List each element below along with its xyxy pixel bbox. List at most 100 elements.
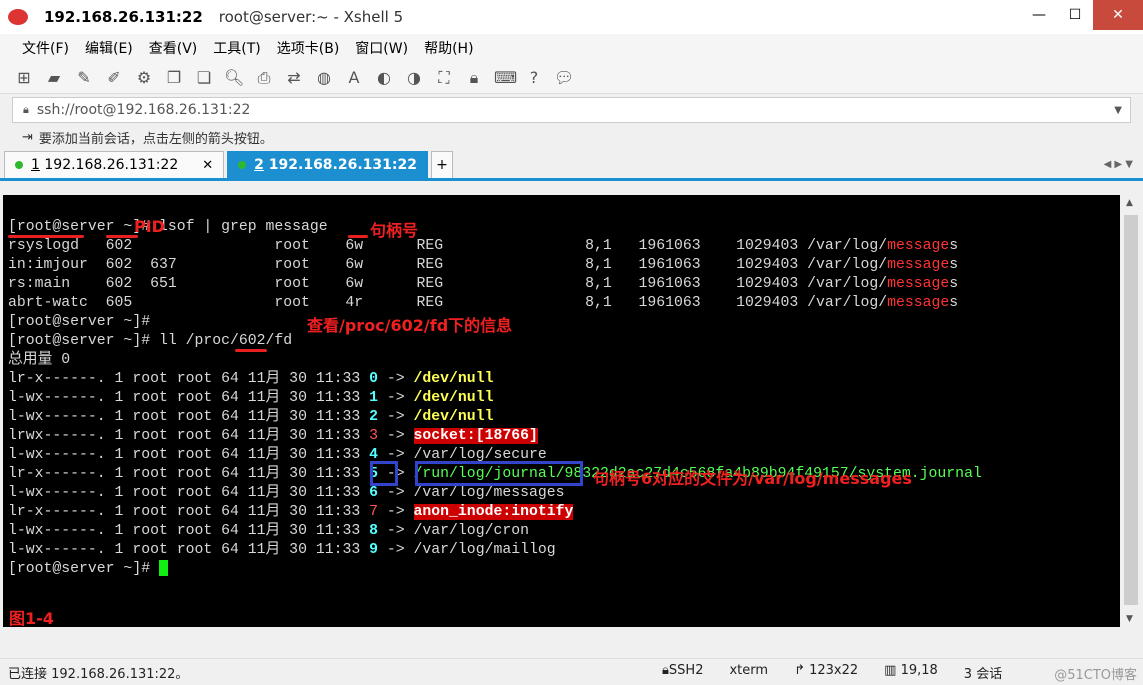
lock-icon: 🔒︎ <box>662 662 669 678</box>
protocol-text: SSH2 <box>668 662 704 678</box>
globe-icon[interactable]: ◍ <box>314 68 334 88</box>
window-title: root@server:~ - Xshell 5 <box>218 8 404 26</box>
fd-row: l-wx------. 1 root root 64 11月 30 11:33 … <box>8 522 982 541</box>
session-count: 3 会话 <box>963 666 1003 682</box>
address-input[interactable]: ssh://root@192.168.26.131:22 <box>37 102 251 118</box>
chat-icon[interactable]: 💬︎ <box>554 68 574 88</box>
open-folder-icon[interactable]: ▰ <box>44 68 64 88</box>
tab-session-2[interactable]: 2 192.168.26.131:22 <box>227 151 428 178</box>
grep-match: message <box>887 257 950 273</box>
highlight-box <box>415 461 583 486</box>
fd-number: 6 <box>369 485 378 501</box>
keyboard-icon[interactable]: ⌨ <box>494 68 517 88</box>
fd-perm: lr-x------. 1 root root 64 11月 30 11:33 <box>8 466 370 482</box>
fd-row: l-wx------. 1 root root 64 11月 30 11:33 … <box>8 541 982 560</box>
terminal-type: xterm <box>729 662 769 678</box>
vertical-scrollbar[interactable]: ▲ ▼ <box>1122 195 1140 627</box>
fd-target: /var/log/messages <box>413 485 565 501</box>
tab-nav-arrows-icon[interactable]: ◀ ▶ ▼ <box>1104 159 1133 170</box>
horizontal-scrollbar[interactable] <box>3 628 1120 656</box>
menu-tools[interactable]: 工具(T) <box>213 38 260 58</box>
tab-number: 2 <box>254 157 264 173</box>
lsof-text: abrt-watc 605 root 4r REG 8,1 1961063 10… <box>8 295 888 311</box>
fd-target: anon_inode:inotify <box>413 504 574 520</box>
arrow-icon[interactable]: ⇥ <box>22 130 33 145</box>
menu-tabs[interactable]: 选项卡(B) <box>277 38 340 58</box>
menu-edit[interactable]: 编辑(E) <box>85 38 133 58</box>
grep-match: message <box>887 295 950 311</box>
grep-match: message <box>887 238 950 254</box>
print-icon[interactable]: ⎙ <box>254 68 274 88</box>
proc-annotation: 查看/proc/602/fd下的信息 <box>307 316 513 335</box>
terminal[interactable]: [root@server ~]# lsof | grep message rsys… <box>3 195 1120 627</box>
find-icon[interactable]: 🔍︎ <box>224 68 244 88</box>
lsof-row: in:imjour 602 637 root 6w REG 8,1 196106… <box>8 256 982 275</box>
tab-number: 1 <box>31 157 40 173</box>
scroll-thumb[interactable] <box>1124 215 1138 605</box>
properties-icon[interactable]: ⚙ <box>134 68 154 88</box>
cursor-pos-icon: ▥ <box>884 662 901 678</box>
lock-icon[interactable]: 🔒︎ <box>464 68 484 88</box>
fd-arrow: -> <box>378 542 414 558</box>
prompt: [root@server ~]# <box>8 561 159 577</box>
disconnect-icon[interactable]: ✐ <box>104 68 124 88</box>
menu-window[interactable]: 窗口(W) <box>355 38 408 58</box>
window-host: 192.168.26.131:22 <box>44 8 203 26</box>
fullscreen-icon[interactable]: ⛶ <box>434 68 454 88</box>
fd-row: l-wx------. 1 root root 64 11月 30 11:33 … <box>8 408 982 427</box>
minimize-button[interactable]: — <box>1021 0 1057 30</box>
paste-icon[interactable]: ❏ <box>194 68 214 88</box>
fd-arrow: -> <box>378 523 414 539</box>
fd-target: /var/log/maillog <box>413 542 556 558</box>
scroll-down-icon[interactable]: ▼ <box>1126 614 1133 624</box>
fd-perm: l-wx------. 1 root root 64 11月 30 11:33 <box>8 523 370 539</box>
scroll-up-icon[interactable]: ▲ <box>1126 198 1133 208</box>
cursor <box>158 560 168 577</box>
lsof-text: s <box>949 295 959 311</box>
size-icon: ↱ <box>794 662 810 678</box>
fd-number: 3 <box>369 428 378 444</box>
new-tab-button[interactable]: + <box>430 151 453 178</box>
script-icon[interactable]: ◑ <box>404 68 424 88</box>
fd-target: socket:[18766] <box>413 428 538 444</box>
tab-session-1[interactable]: 1 192.168.26.131:22 ✕ <box>4 151 225 178</box>
grep-match: message <box>887 276 950 292</box>
fd-target: /dev/null <box>413 409 494 425</box>
copy-icon[interactable]: ❐ <box>164 68 184 88</box>
xftp-icon[interactable]: ◐ <box>374 68 394 88</box>
session-hint: ⇥ 要添加当前会话，点击左侧的箭头按钮。 <box>0 123 1143 151</box>
fd-arrow: -> <box>378 409 414 425</box>
lsof-text: rs:main 602 651 root 6w REG 8,1 1961063 … <box>8 276 888 292</box>
close-button[interactable]: ✕ <box>1093 0 1143 30</box>
lsof-text: s <box>949 238 959 254</box>
menu-view[interactable]: 查看(V) <box>149 38 198 58</box>
fd-perm: lr-x------. 1 root root 64 11月 30 11:33 <box>8 371 370 387</box>
help-icon[interactable]: ? <box>524 68 544 88</box>
transfer-icon[interactable]: ⇄ <box>284 68 304 88</box>
toolbar: ⊞ ▰ ✎ ✐ ⚙ ❐ ❏ 🔍︎ ⎙ ⇄ ◍ A ◐ ◑ ⛶ 🔒︎ ⌨ ? 💬︎ <box>0 62 1143 94</box>
lsof-row: rsyslogd 602 root 6w REG 8,1 1961063 102… <box>8 237 982 256</box>
lsof-text: rsyslogd 602 root 6w REG 8,1 1961063 102… <box>8 238 888 254</box>
handle-annotation: 句柄号 <box>370 221 419 240</box>
chevron-down-icon[interactable]: ▼ <box>1114 105 1122 116</box>
menu-bar: 文件(F) 编辑(E) 查看(V) 工具(T) 选项卡(B) 窗口(W) 帮助(… <box>0 34 1143 62</box>
address-bar[interactable]: 🔒︎ ssh://root@192.168.26.131:22 ▼ <box>12 97 1131 123</box>
fd-target: /dev/null <box>413 371 494 387</box>
fd-number: 8 <box>369 523 378 539</box>
maximize-button[interactable]: ☐ <box>1057 0 1093 30</box>
tab-label: 192.168.26.131:22 <box>268 157 417 173</box>
protocol: 🔒︎SSH2 <box>662 663 703 682</box>
hint-text: 要添加当前会话，点击左侧的箭头按钮。 <box>38 131 273 147</box>
connect-icon[interactable]: ✎ <box>74 68 94 88</box>
fd-arrow: -> <box>378 504 414 520</box>
fd-perm: l-wx------. 1 root root 64 11月 30 11:33 <box>8 409 370 425</box>
watermark: @51CTO博客 <box>1054 668 1137 683</box>
fd-perm: l-wx------. 1 root root 64 11月 30 11:33 <box>8 447 370 463</box>
menu-help[interactable]: 帮助(H) <box>424 38 473 58</box>
underline-mark <box>235 349 267 352</box>
font-icon[interactable]: A <box>344 68 364 88</box>
status-bar: 已连接 192.168.26.131:22。 🔒︎SSH2 xterm ↱ 12… <box>0 658 1143 685</box>
close-tab-icon[interactable]: ✕ <box>202 158 213 173</box>
menu-file[interactable]: 文件(F) <box>22 38 69 58</box>
new-session-icon[interactable]: ⊞ <box>14 68 34 88</box>
